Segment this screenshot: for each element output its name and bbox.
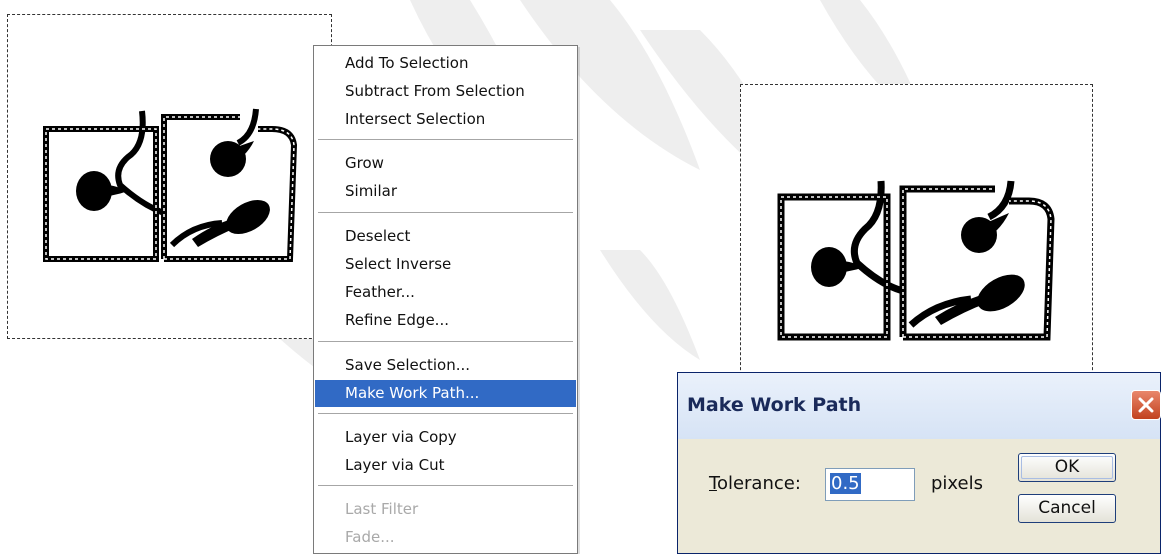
menu-item-make-work-path[interactable]: Make Work Path... [315,380,576,407]
menu-item-deselect[interactable]: Deselect [315,223,576,250]
menu-separator [318,139,573,140]
menu-item-add-to-selection[interactable]: Add To Selection [315,50,576,77]
menu-item-intersect-selection[interactable]: Intersect Selection [315,106,576,133]
menu-separator [318,413,573,414]
menu-item-last-filter: Last Filter [345,500,419,518]
menu-item-fade: Fade... [345,528,395,546]
menu-item-refine-edge[interactable]: Refine Edge... [315,307,576,334]
menu-item-layer-via-copy[interactable]: Layer via Copy [315,424,576,451]
menu-item-save-selection[interactable]: Save Selection... [315,352,576,379]
dialog-body: Tolerance: 0.5 pixels OK Cancel [678,439,1160,553]
cancel-button[interactable]: Cancel [1018,494,1116,523]
work-path-artwork [777,180,1055,341]
unit-label: pixels [931,473,983,494]
ok-button[interactable]: OK [1018,453,1116,482]
selected-artwork [43,108,298,262]
source-selection-canvas [7,14,332,339]
dialog-titlebar[interactable]: Make Work Path [678,373,1161,439]
dialog-title: Make Work Path [687,394,862,416]
menu-item-grow[interactable]: Grow [315,150,576,177]
menu-item-subtract-from-selection[interactable]: Subtract From Selection [315,78,576,105]
tolerance-label-text: olerance: [716,473,801,494]
close-button[interactable] [1131,390,1161,420]
close-x-icon [1138,397,1154,413]
menu-separator [318,341,573,342]
menu-separator [318,485,573,486]
tolerance-input[interactable]: 0.5 [825,468,915,501]
tolerance-mnemonic: T [709,473,717,494]
tolerance-label: Tolerance: [709,473,801,494]
menu-item-feather[interactable]: Feather... [315,279,576,306]
menu-item-select-inverse[interactable]: Select Inverse [315,251,576,278]
menu-item-similar[interactable]: Similar [315,178,576,205]
make-work-path-dialog: Make Work Path Tolerance: 0.5 pixels OK … [677,372,1161,554]
result-path-canvas [740,84,1093,390]
menu-item-layer-via-cut[interactable]: Layer via Cut [315,452,576,479]
menu-separator [318,212,573,213]
tolerance-value: 0.5 [830,473,861,494]
selection-context-menu: Add To Selection Subtract From Selection… [313,45,578,554]
